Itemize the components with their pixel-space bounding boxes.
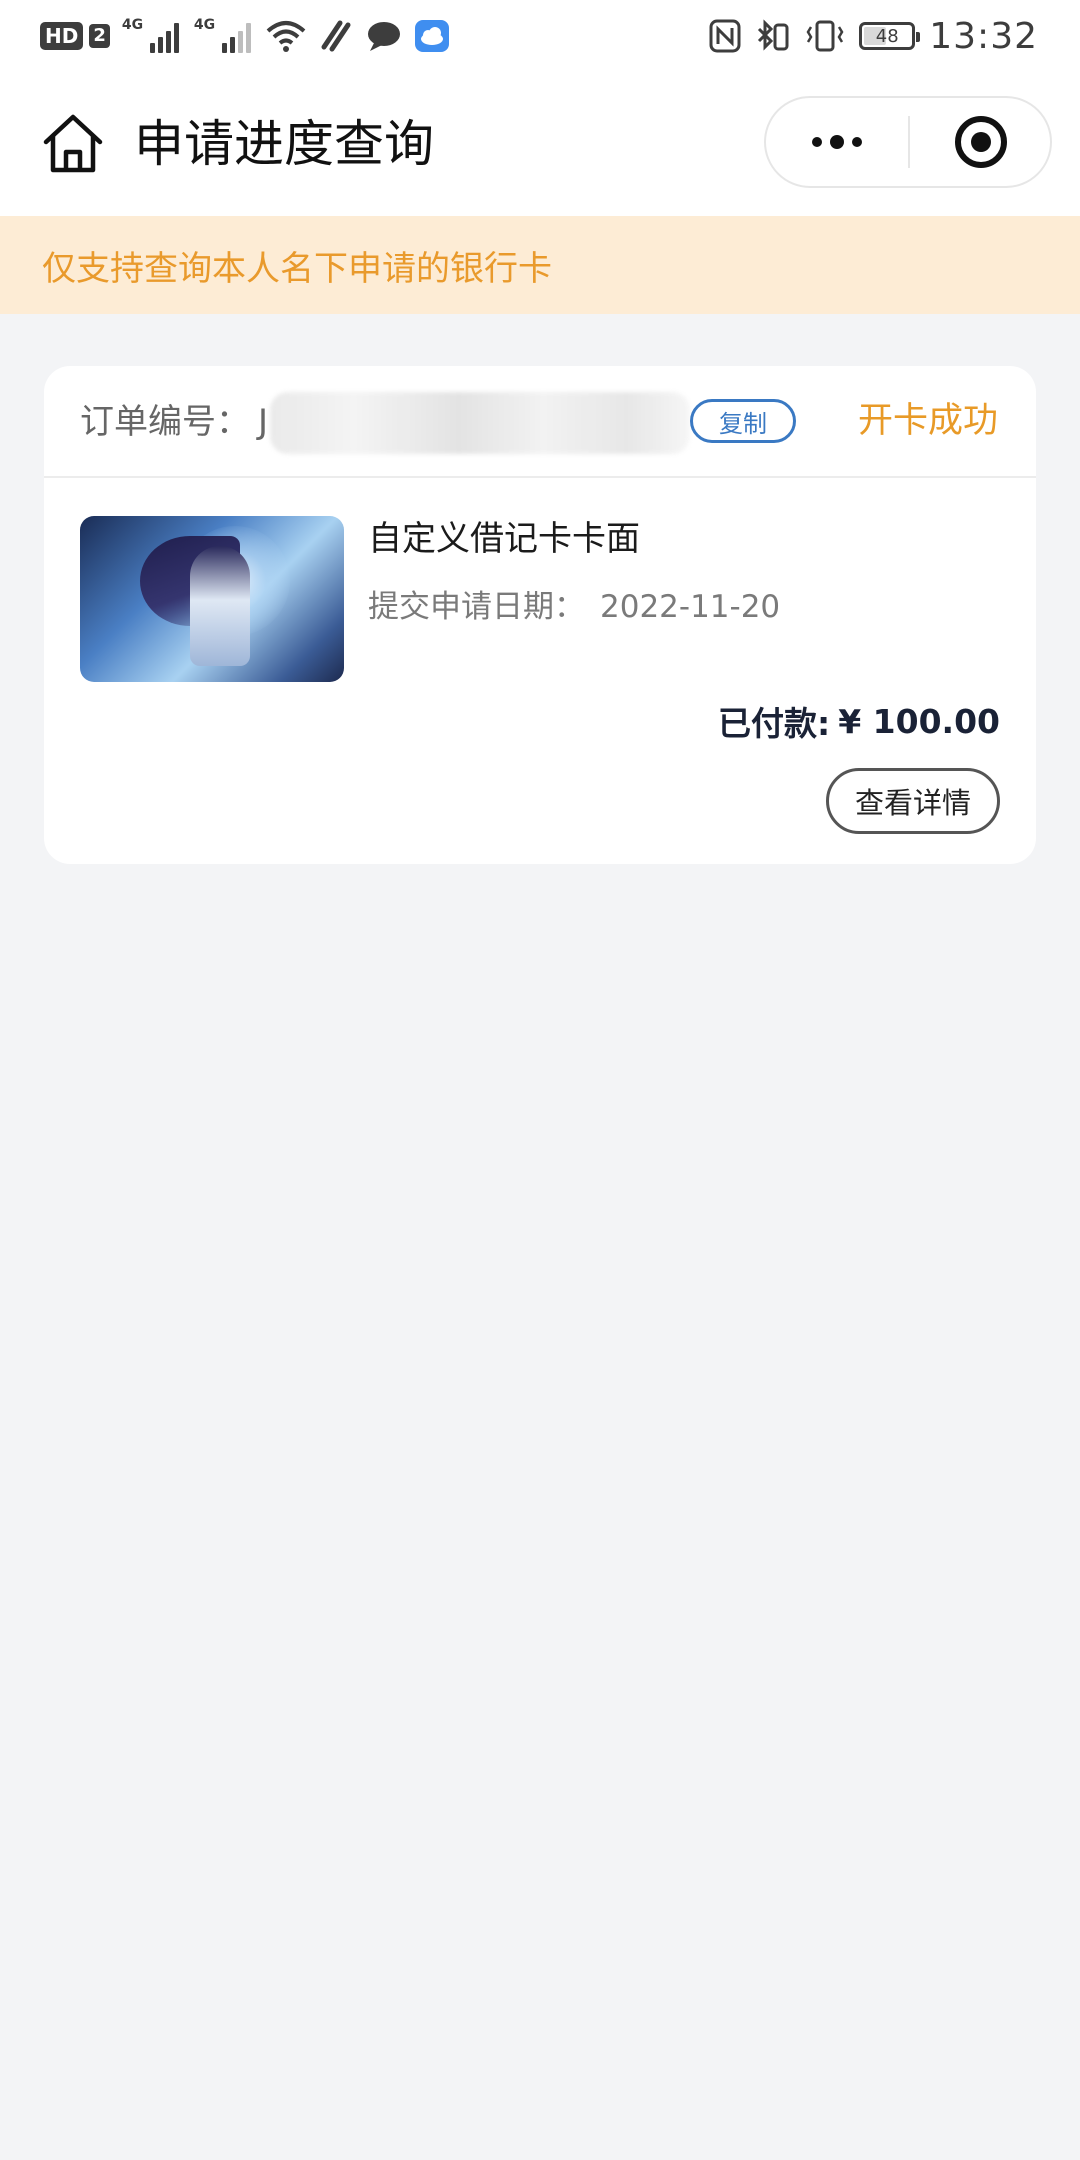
battery-icon: 48 bbox=[859, 22, 921, 50]
miniprogram-capsule bbox=[764, 96, 1052, 188]
hd-icon: HD bbox=[40, 22, 84, 50]
network-type-label: 4G bbox=[121, 17, 144, 33]
notice-banner: 仅支持查询本人名下申请的银行卡 bbox=[0, 216, 1080, 314]
notice-text: 仅支持查询本人名下申请的银行卡 bbox=[42, 248, 552, 289]
sim-slot-badge: 2 bbox=[89, 24, 110, 48]
status-time: 13:32 bbox=[929, 15, 1038, 57]
submit-date-value: 2022-11-20 bbox=[600, 589, 781, 625]
nav-bar: 申请进度查询 bbox=[0, 78, 1080, 216]
card-face-thumbnail bbox=[80, 516, 344, 682]
message-icon bbox=[366, 19, 402, 53]
signal-icon: 4G bbox=[121, 17, 182, 53]
order-number-redaction bbox=[270, 392, 690, 454]
copy-button[interactable]: 复制 bbox=[690, 399, 796, 443]
product-title: 自定义借记卡卡面 bbox=[368, 519, 640, 559]
vibrate-icon bbox=[805, 19, 845, 53]
status-bar: HD 2 4G 4G 48 13:32 bbox=[0, 0, 1080, 78]
order-number-value: J bbox=[258, 402, 269, 442]
bluetooth-icon bbox=[755, 19, 791, 53]
order-card-header: 订单编号： J 复制 开卡成功 bbox=[44, 366, 1036, 478]
order-number-label: 订单编号： bbox=[80, 402, 250, 442]
view-details-button[interactable]: 查看详情 bbox=[826, 768, 1000, 834]
more-dots-icon[interactable] bbox=[766, 98, 908, 186]
submit-date-label: 提交申请日期： bbox=[368, 589, 585, 625]
status-badge: 开卡成功 bbox=[857, 401, 998, 441]
home-icon[interactable] bbox=[38, 108, 108, 178]
status-right-group: 48 13:32 bbox=[709, 14, 1038, 58]
wifi-icon bbox=[266, 19, 306, 53]
battery-level-text: 48 bbox=[875, 25, 899, 47]
network-type-label-2: 4G bbox=[193, 17, 216, 33]
signal-weak-icon: 4G bbox=[193, 17, 254, 53]
data-saver-icon bbox=[318, 19, 354, 53]
page-title: 申请进度查询 bbox=[134, 115, 434, 173]
paid-amount: ¥ 100.00 bbox=[838, 701, 1000, 741]
paid-amount-row: 已付款: ¥ 100.00 bbox=[718, 696, 1000, 746]
order-card: 订单编号： J 复制 开卡成功 自定义借记卡卡面 提交申请日期： 2022-11… bbox=[44, 366, 1036, 864]
cloud-icon bbox=[414, 19, 450, 53]
close-miniprogram-icon[interactable] bbox=[910, 98, 1052, 186]
nfc-icon bbox=[709, 19, 741, 53]
status-left-group: HD 2 4G 4G bbox=[40, 16, 450, 56]
paid-label: 已付款: bbox=[718, 704, 831, 743]
